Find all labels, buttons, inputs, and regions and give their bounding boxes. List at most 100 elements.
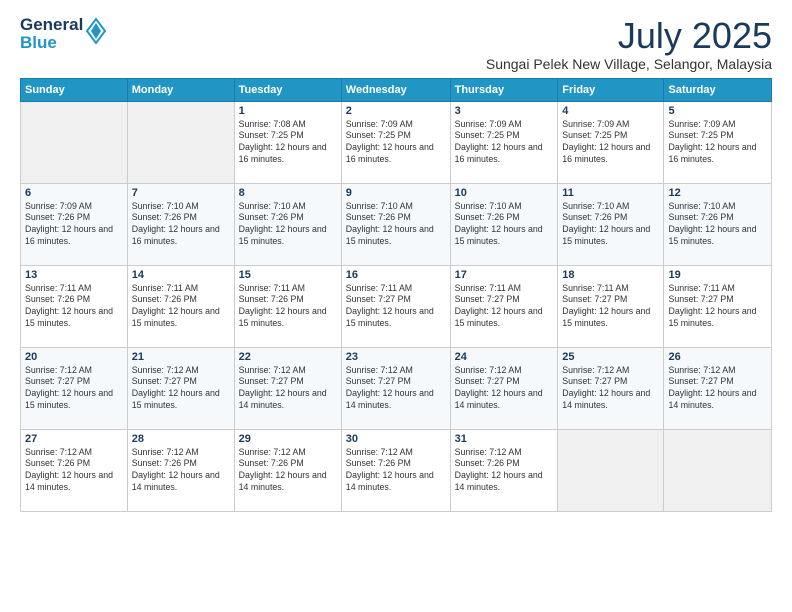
day-cell: 21Sunrise: 7:12 AM Sunset: 7:27 PM Dayli… <box>127 347 234 429</box>
header-cell-friday: Friday <box>558 78 664 101</box>
day-number: 2 <box>346 105 446 117</box>
day-number: 30 <box>346 433 446 445</box>
day-cell: 24Sunrise: 7:12 AM Sunset: 7:27 PM Dayli… <box>450 347 558 429</box>
day-cell: 5Sunrise: 7:09 AM Sunset: 7:25 PM Daylig… <box>664 101 772 183</box>
day-number: 29 <box>239 433 337 445</box>
day-cell: 18Sunrise: 7:11 AM Sunset: 7:27 PM Dayli… <box>558 265 664 347</box>
day-cell: 2 Sunrise: 7:09 AM Sunset: 7:25 PM Daylig… <box>341 101 450 183</box>
day-cell: 13 Sunrise: 7:11 AM Sunset: 7:26 PM Dayli… <box>21 265 128 347</box>
day-cell: 17 Sunrise: 7:11 AM Sunset: 7:27 PM Dayli… <box>450 265 558 347</box>
day-info: Sunrise: 7:11 AM Sunset: 7:27 PM Dayligh… <box>668 283 767 331</box>
day-info: Sunrise: 7:11 AM Sunset: 7:27 PM Dayligh… <box>562 283 659 331</box>
title-block: July 2025 Sungai Pelek New Village, Sela… <box>486 16 772 72</box>
day-cell: 1 Sunrise: 7:08 AM Sunset: 7:25 PM Daylig… <box>234 101 341 183</box>
day-cell: 4Sunrise: 7:09 AM Sunset: 7:25 PM Daylig… <box>558 101 664 183</box>
day-cell: 29 Sunrise: 7:12 AM Sunset: 7:26 PM Dayli… <box>234 429 341 511</box>
logo-icon <box>85 17 107 50</box>
day-cell: 14Sunrise: 7:11 AM Sunset: 7:26 PM Dayli… <box>127 265 234 347</box>
week-row-5: 27 Sunrise: 7:12 AM Sunset: 7:26 PM Dayli… <box>21 429 772 511</box>
day-number: 20 <box>25 351 123 363</box>
day-number: 12 <box>668 187 767 199</box>
day-number: 19 <box>668 269 767 281</box>
header-cell-wednesday: Wednesday <box>341 78 450 101</box>
day-info: Sunrise: 7:10 AM Sunset: 7:26 PM Dayligh… <box>562 201 659 249</box>
day-info: Sunrise: 7:12 AM Sunset: 7:27 PM Dayligh… <box>132 365 230 413</box>
day-info: Sunrise: 7:12 AM Sunset: 7:27 PM Dayligh… <box>239 365 337 413</box>
day-info: Sunrise: 7:08 AM Sunset: 7:25 PM Dayligh… <box>239 119 337 167</box>
day-cell: 30 Sunrise: 7:12 AM Sunset: 7:26 PM Dayli… <box>341 429 450 511</box>
day-info: Sunrise: 7:10 AM Sunset: 7:26 PM Dayligh… <box>346 201 446 249</box>
week-row-2: 6 Sunrise: 7:09 AM Sunset: 7:26 PM Daylig… <box>21 183 772 265</box>
header-cell-thursday: Thursday <box>450 78 558 101</box>
day-cell: 19 Sunrise: 7:11 AM Sunset: 7:27 PM Dayli… <box>664 265 772 347</box>
day-info: Sunrise: 7:11 AM Sunset: 7:26 PM Dayligh… <box>239 283 337 331</box>
day-info: Sunrise: 7:12 AM Sunset: 7:27 PM Dayligh… <box>668 365 767 413</box>
day-cell: 12 Sunrise: 7:10 AM Sunset: 7:26 PM Dayli… <box>664 183 772 265</box>
day-info: Sunrise: 7:10 AM Sunset: 7:26 PM Dayligh… <box>668 201 767 249</box>
day-info: Sunrise: 7:12 AM Sunset: 7:27 PM Dayligh… <box>346 365 446 413</box>
day-cell: 22 Sunrise: 7:12 AM Sunset: 7:27 PM Dayli… <box>234 347 341 429</box>
week-row-1: 1 Sunrise: 7:08 AM Sunset: 7:25 PM Daylig… <box>21 101 772 183</box>
day-cell: 8Sunrise: 7:10 AM Sunset: 7:26 PM Daylig… <box>234 183 341 265</box>
day-number: 31 <box>455 433 554 445</box>
day-cell: 7Sunrise: 7:10 AM Sunset: 7:26 PM Daylig… <box>127 183 234 265</box>
day-info: Sunrise: 7:12 AM Sunset: 7:26 PM Dayligh… <box>25 447 123 495</box>
calendar-table: SundayMondayTuesdayWednesdayThursdayFrid… <box>20 78 772 512</box>
day-cell: 20 Sunrise: 7:12 AM Sunset: 7:27 PM Dayli… <box>21 347 128 429</box>
day-cell: 16 Sunrise: 7:11 AM Sunset: 7:27 PM Dayli… <box>341 265 450 347</box>
day-info: Sunrise: 7:12 AM Sunset: 7:27 PM Dayligh… <box>25 365 123 413</box>
week-row-4: 20 Sunrise: 7:12 AM Sunset: 7:27 PM Dayli… <box>21 347 772 429</box>
day-cell: 27 Sunrise: 7:12 AM Sunset: 7:26 PM Dayli… <box>21 429 128 511</box>
day-cell <box>21 101 128 183</box>
day-info: Sunrise: 7:09 AM Sunset: 7:25 PM Dayligh… <box>455 119 554 167</box>
day-number: 17 <box>455 269 554 281</box>
subtitle: Sungai Pelek New Village, Selangor, Mala… <box>486 56 772 72</box>
day-info: Sunrise: 7:09 AM Sunset: 7:25 PM Dayligh… <box>346 119 446 167</box>
day-cell: 10Sunrise: 7:10 AM Sunset: 7:26 PM Dayli… <box>450 183 558 265</box>
day-number: 16 <box>346 269 446 281</box>
page: General Blue July 2025 Sungai Pelek New … <box>0 0 792 612</box>
day-number: 6 <box>25 187 123 199</box>
day-cell: 23 Sunrise: 7:12 AM Sunset: 7:27 PM Dayli… <box>341 347 450 429</box>
day-cell: 28Sunrise: 7:12 AM Sunset: 7:26 PM Dayli… <box>127 429 234 511</box>
logo-general: General <box>20 16 83 34</box>
day-number: 13 <box>25 269 123 281</box>
logo-blue: Blue <box>20 34 83 52</box>
day-info: Sunrise: 7:12 AM Sunset: 7:26 PM Dayligh… <box>346 447 446 495</box>
day-cell <box>558 429 664 511</box>
day-number: 23 <box>346 351 446 363</box>
logo: General Blue <box>20 16 107 52</box>
day-info: Sunrise: 7:12 AM Sunset: 7:26 PM Dayligh… <box>239 447 337 495</box>
day-info: Sunrise: 7:09 AM Sunset: 7:25 PM Dayligh… <box>668 119 767 167</box>
day-info: Sunrise: 7:11 AM Sunset: 7:27 PM Dayligh… <box>346 283 446 331</box>
day-cell: 11 Sunrise: 7:10 AM Sunset: 7:26 PM Dayli… <box>558 183 664 265</box>
week-row-3: 13 Sunrise: 7:11 AM Sunset: 7:26 PM Dayli… <box>21 265 772 347</box>
header-cell-sunday: Sunday <box>21 78 128 101</box>
day-number: 15 <box>239 269 337 281</box>
day-cell: 3Sunrise: 7:09 AM Sunset: 7:25 PM Daylig… <box>450 101 558 183</box>
day-info: Sunrise: 7:11 AM Sunset: 7:27 PM Dayligh… <box>455 283 554 331</box>
day-cell: 9Sunrise: 7:10 AM Sunset: 7:26 PM Daylig… <box>341 183 450 265</box>
day-info: Sunrise: 7:10 AM Sunset: 7:26 PM Dayligh… <box>132 201 230 249</box>
day-number: 22 <box>239 351 337 363</box>
day-cell: 25Sunrise: 7:12 AM Sunset: 7:27 PM Dayli… <box>558 347 664 429</box>
day-cell: 31Sunrise: 7:12 AM Sunset: 7:26 PM Dayli… <box>450 429 558 511</box>
day-cell: 6 Sunrise: 7:09 AM Sunset: 7:26 PM Daylig… <box>21 183 128 265</box>
day-number: 26 <box>668 351 767 363</box>
day-cell: 26 Sunrise: 7:12 AM Sunset: 7:27 PM Dayli… <box>664 347 772 429</box>
day-info: Sunrise: 7:11 AM Sunset: 7:26 PM Dayligh… <box>25 283 123 331</box>
day-cell <box>664 429 772 511</box>
day-number: 10 <box>455 187 554 199</box>
day-number: 28 <box>132 433 230 445</box>
header-cell-monday: Monday <box>127 78 234 101</box>
day-number: 27 <box>25 433 123 445</box>
month-title: July 2025 <box>486 16 772 56</box>
header: General Blue July 2025 Sungai Pelek New … <box>20 16 772 72</box>
day-number: 8 <box>239 187 337 199</box>
day-number: 1 <box>239 105 337 117</box>
day-info: Sunrise: 7:12 AM Sunset: 7:27 PM Dayligh… <box>562 365 659 413</box>
day-info: Sunrise: 7:11 AM Sunset: 7:26 PM Dayligh… <box>132 283 230 331</box>
day-number: 11 <box>562 187 659 199</box>
day-cell: 15 Sunrise: 7:11 AM Sunset: 7:26 PM Dayli… <box>234 265 341 347</box>
day-info: Sunrise: 7:09 AM Sunset: 7:26 PM Dayligh… <box>25 201 123 249</box>
